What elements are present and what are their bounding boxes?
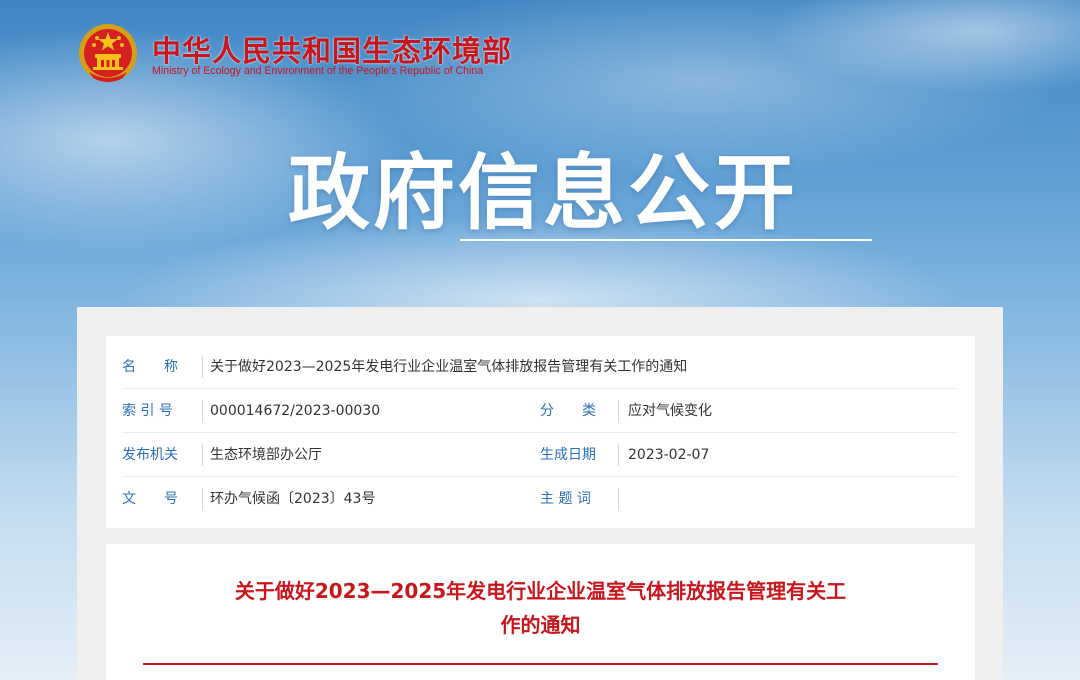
meta-value-index: 000014672/2023-00030 (210, 403, 381, 419)
meta-value-name: 关于做好2023—2025年发电行业企业温室气体排放报告管理有关工作的通知 (210, 359, 688, 375)
document-content-card: 关于做好2023—2025年发电行业企业温室气体排放报告管理有关工 作的通知 (106, 544, 975, 680)
meta-row-issuer: 发布机关 生态环境部办公厅 生成日期 2023-02-07 (122, 433, 958, 477)
meta-separator (202, 400, 203, 422)
meta-row-index: 索 引 号 000014672/2023-00030 分 类 应对气候变化 (122, 389, 958, 433)
meta-label-name: 名 称 (122, 359, 178, 375)
meta-label-subject: 主 题 词 (540, 491, 591, 507)
meta-separator (618, 400, 619, 422)
document-title-line-2: 作的通知 (500, 613, 581, 637)
meta-label-category: 分 类 (540, 403, 596, 419)
meta-value-category: 应对气候变化 (628, 403, 712, 419)
meta-separator (202, 356, 203, 378)
meta-separator (618, 444, 619, 466)
hero-underline (460, 239, 872, 241)
site-name-english[interactable]: Ministry of Ecology and Environment of t… (152, 65, 483, 77)
meta-label-date: 生成日期 (540, 447, 596, 463)
meta-value-issuer: 生态环境部办公厅 (210, 447, 322, 463)
national-emblem-icon[interactable] (77, 22, 139, 86)
meta-value-docno: 环办气候函〔2023〕43号 (210, 491, 376, 507)
title-divider (143, 663, 938, 665)
meta-label-docno: 文 号 (122, 491, 178, 507)
hero-title: 政府信息公开 (288, 146, 799, 241)
meta-value-date: 2023-02-07 (628, 447, 710, 463)
site-name[interactable]: 中华人民共和国生态环境部 (152, 28, 512, 70)
meta-row-name: 名 称 关于做好2023—2025年发电行业企业温室气体排放报告管理有关工作的通… (122, 345, 958, 389)
document-title: 关于做好2023—2025年发电行业企业温室气体排放报告管理有关工 作的通知 (166, 574, 915, 642)
meta-label-issuer: 发布机关 (122, 447, 178, 463)
document-title-line-1: 关于做好2023—2025年发电行业企业温室气体排放报告管理有关工 (234, 579, 847, 603)
document-metadata-card: 名 称 关于做好2023—2025年发电行业企业温室气体排放报告管理有关工作的通… (106, 336, 975, 528)
meta-label-index: 索 引 号 (122, 403, 173, 419)
meta-row-docno: 文 号 环办气候函〔2023〕43号 主 题 词 (122, 477, 958, 521)
meta-separator (202, 488, 203, 510)
meta-separator (202, 444, 203, 466)
meta-separator (618, 488, 619, 510)
